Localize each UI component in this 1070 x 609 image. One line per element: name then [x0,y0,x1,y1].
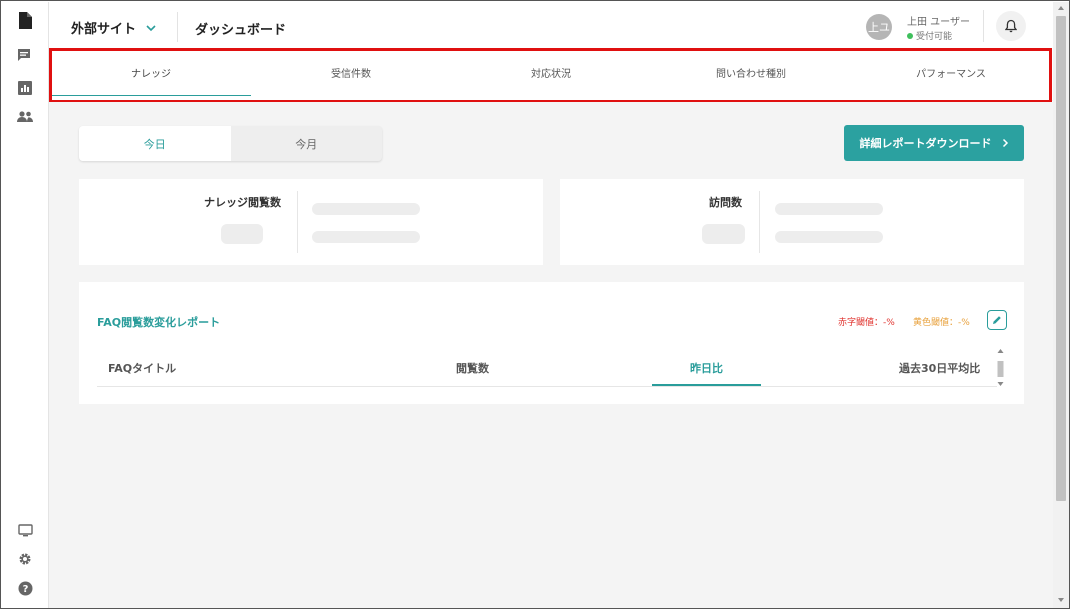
skeleton-line [312,203,420,215]
chart-icon[interactable] [15,78,35,98]
chevron-down-icon [146,24,156,31]
avatar[interactable]: 上ユ [866,14,892,40]
page-title: ダッシュボード [195,23,287,38]
faq-report-card: FAQ閲覧数変化レポート 赤字閾値：-% 黄色閾値：-% FAQタイトル 閲覧数… [79,282,1024,404]
stat-card-knowledge-views: ナレッジ閲覧数 [79,179,543,265]
download-report-label: 詳細レポートダウンロード [859,137,992,150]
download-report-button[interactable]: 詳細レポートダウンロード [844,125,1024,161]
header-divider [177,12,178,42]
stat-label: ナレッジ閲覧数 [204,196,281,209]
tab-bar: ナレッジ 受信件数 対応状況 問い合わせ種別 パフォーマンス [49,49,1053,101]
tab-inquiry-type[interactable]: 問い合わせ種別 [651,49,851,96]
page-scrollbar-thumb[interactable] [1056,16,1066,501]
column-header-faq-title[interactable]: FAQタイトル [108,360,176,376]
chevron-right-icon [1002,138,1008,148]
document-icon[interactable] [15,10,35,30]
page-scrollbar[interactable] [1053,2,1069,608]
gear-icon[interactable] [15,549,35,569]
active-column-underline [652,384,761,386]
monitor-icon[interactable] [15,520,35,540]
column-header-vs-yesterday[interactable]: 昨日比 [690,360,723,376]
scroll-down-icon[interactable] [1057,597,1065,603]
help-icon[interactable]: ? [15,578,35,598]
app-window: ? 外部サイト ダッシュボード 上ユ 上田 ユーザー 受付可能 ナレッジ 受信件… [0,0,1070,609]
user-status: 受付可能 [907,29,952,42]
site-selector-label: 外部サイト [71,22,137,37]
notification-button[interactable] [996,11,1026,41]
column-header-vs-30day-avg[interactable]: 過去30日平均比 [899,360,980,376]
red-threshold: 赤字閾値：-% [838,318,895,328]
pencil-icon [993,316,1001,324]
bell-icon [1005,19,1017,33]
site-selector[interactable]: 外部サイト [71,18,156,37]
period-month-button[interactable]: 今月 [231,126,383,161]
users-icon[interactable] [15,107,35,127]
period-toggle: 今日 今月 [79,126,382,161]
user-name: 上田 ユーザー [907,17,970,28]
status-dot-icon [907,32,913,39]
table-header-divider [97,386,997,387]
table-scrollbar[interactable] [996,349,1005,387]
stat-value-placeholder [702,224,745,244]
skeleton-line [775,231,883,243]
tab-response-status[interactable]: 対応状況 [451,49,651,96]
report-title: FAQ閲覧数変化レポート [97,316,221,329]
skeleton-line [775,203,883,215]
icon-sidebar: ? [2,2,49,608]
stat-divider [759,191,760,253]
tab-received-count[interactable]: 受信件数 [251,49,451,96]
stat-card-visits: 訪問数 [560,179,1024,265]
yellow-threshold: 黄色閾値：-% [913,318,970,328]
svg-text:?: ? [22,584,28,595]
header-divider [983,10,984,42]
tab-knowledge[interactable]: ナレッジ [51,49,251,96]
stat-value-placeholder [221,224,263,244]
edit-threshold-button[interactable] [987,310,1007,330]
top-header: 外部サイト ダッシュボード 上ユ 上田 ユーザー 受付可能 [49,2,1053,50]
tab-performance[interactable]: パフォーマンス [851,49,1051,96]
scroll-up-icon[interactable] [1057,5,1065,11]
skeleton-line [312,231,420,243]
user-status-label: 受付可能 [916,32,953,42]
stat-label: 訪問数 [709,196,742,209]
period-today-button[interactable]: 今日 [79,126,231,161]
column-header-views[interactable]: 閲覧数 [456,360,489,376]
dashboard-main: 今日 今月 詳細レポートダウンロード ナレッジ閲覧数 訪問数 FAQ閲覧数変化レ… [49,102,1053,608]
stat-divider [297,191,298,253]
chat-icon[interactable] [15,46,35,66]
